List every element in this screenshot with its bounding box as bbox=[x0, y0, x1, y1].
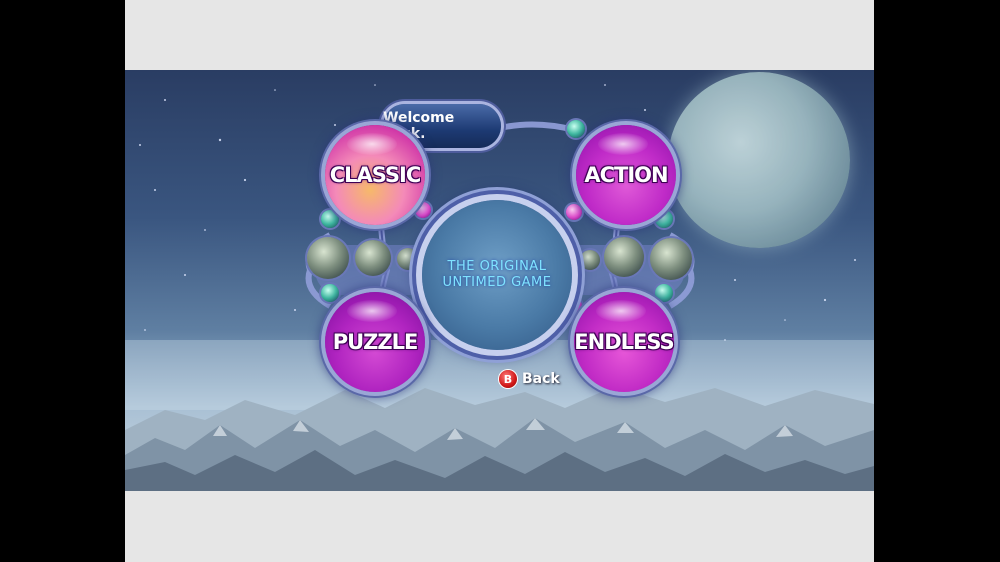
endless-mode-label: ENDLESS bbox=[574, 330, 674, 354]
orb-icon bbox=[321, 210, 339, 228]
action-mode-label: ACTION bbox=[584, 163, 668, 187]
description-line-2: UNTIMED GAME bbox=[442, 275, 552, 290]
puzzle-mode-label: PUZZLE bbox=[332, 330, 419, 354]
classic-mode-label: CLASSIC bbox=[329, 163, 422, 187]
orb-icon bbox=[567, 120, 585, 138]
b-button-icon: B bbox=[499, 370, 517, 388]
orb-icon bbox=[604, 237, 644, 277]
back-label: Back bbox=[522, 371, 560, 387]
back-button[interactable]: B Back bbox=[499, 370, 560, 388]
orb-icon bbox=[321, 284, 339, 302]
orb-icon bbox=[415, 202, 431, 218]
orb-icon bbox=[307, 237, 349, 279]
orb-icon bbox=[566, 298, 582, 314]
letterbox-top bbox=[125, 0, 874, 70]
mode-description-panel: THE ORIGINAL UNTIMED GAME bbox=[422, 200, 572, 350]
orb-icon bbox=[397, 248, 419, 270]
orb-icon bbox=[655, 284, 673, 302]
classic-mode-button[interactable]: CLASSIC bbox=[325, 125, 425, 225]
puzzle-mode-button[interactable]: PUZZLE bbox=[325, 292, 425, 392]
letterbox-bottom bbox=[125, 491, 874, 562]
mode-description: THE ORIGINAL UNTIMED GAME bbox=[443, 259, 552, 291]
orb-icon bbox=[566, 204, 582, 220]
endless-mode-button[interactable]: ENDLESS bbox=[574, 292, 675, 392]
orb-icon bbox=[650, 238, 692, 280]
orb-icon bbox=[580, 250, 600, 270]
description-line-1: THE ORIGINAL bbox=[447, 259, 547, 274]
orb-icon bbox=[355, 240, 391, 276]
action-mode-button[interactable]: ACTION bbox=[576, 125, 676, 225]
game-scene: THE ORIGINAL UNTIMED GAME Welcome back. … bbox=[125, 70, 874, 491]
